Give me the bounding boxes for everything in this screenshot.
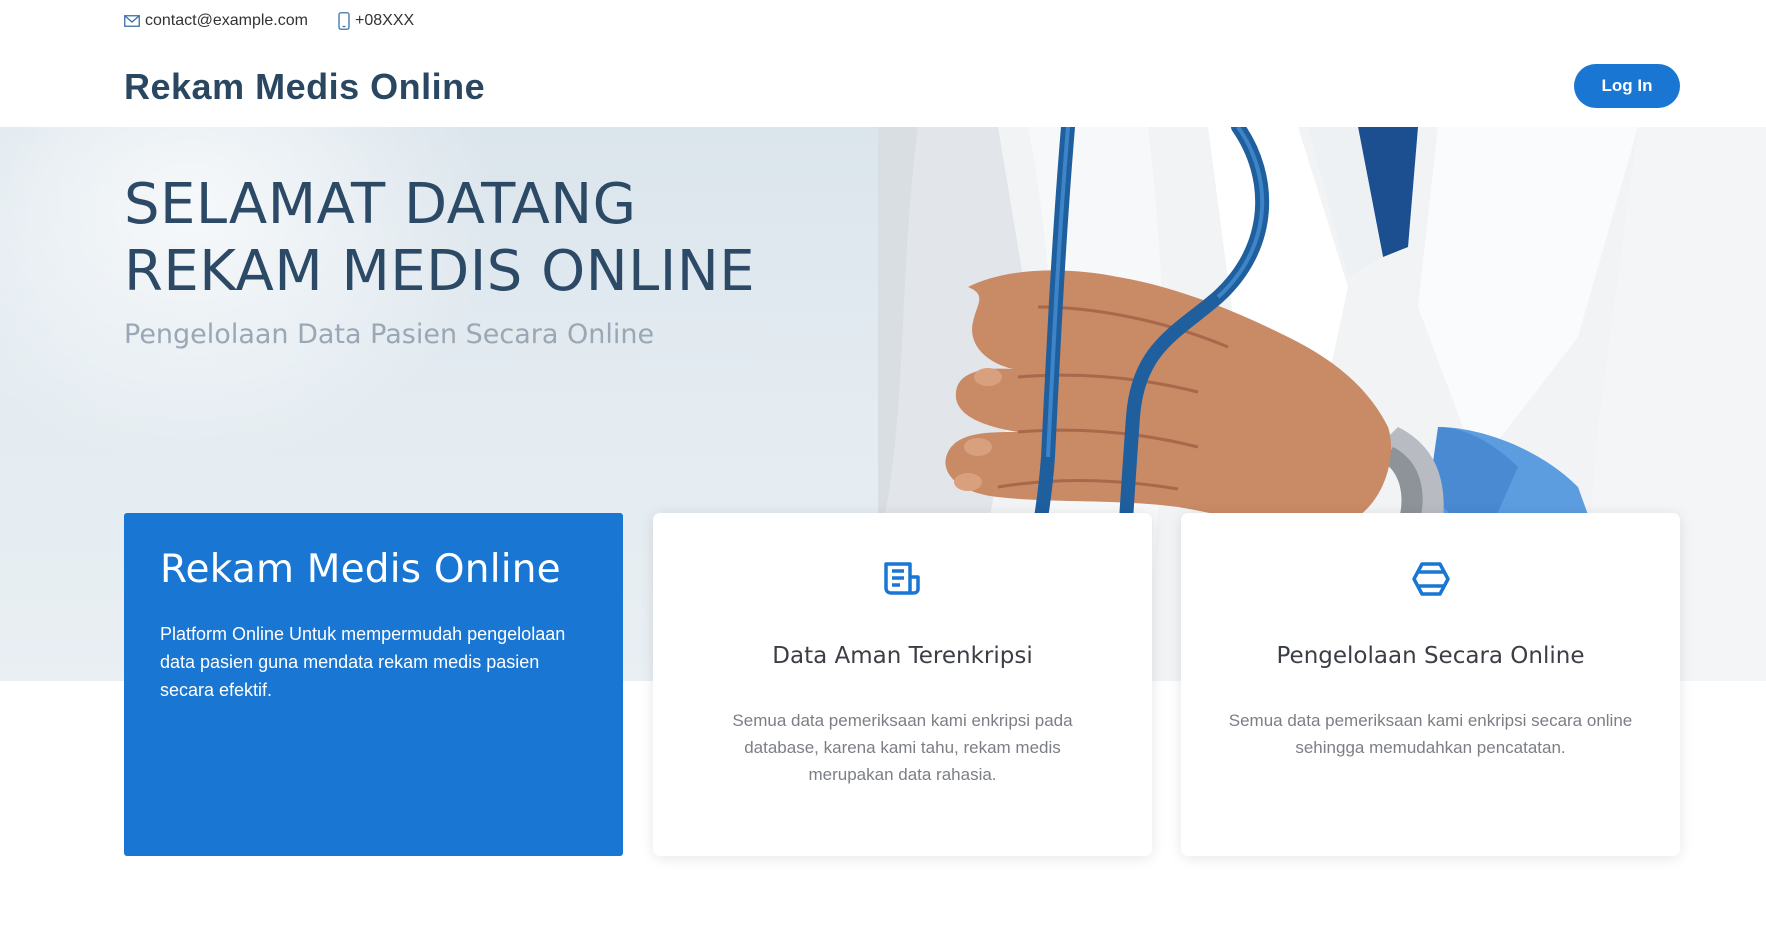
contact-email-text: contact@example.com bbox=[145, 12, 308, 29]
feature-description: Semua data pemeriksaan kami enkripsi sec… bbox=[1228, 711, 1633, 757]
feature-card-online: Pengelolaan Secara Online Semua data pem… bbox=[1181, 513, 1680, 856]
contact-email[interactable]: contact@example.com bbox=[124, 12, 308, 30]
mobile-phone-icon bbox=[338, 12, 350, 30]
hero-title-line-1: SELAMAT DATANG bbox=[124, 172, 637, 237]
hero-subtitle: Pengelolaan Data Pasien Secara Online bbox=[124, 319, 655, 350]
feature-title: Data Aman Terenkripsi bbox=[772, 643, 1033, 669]
hero-title: SELAMAT DATANG REKAM MEDIS ONLINE bbox=[124, 171, 755, 305]
login-button[interactable]: Log In bbox=[1574, 64, 1680, 108]
envelope-icon bbox=[124, 15, 140, 27]
intro-card-title: Rekam Medis Online bbox=[160, 547, 561, 592]
document-icon bbox=[883, 562, 920, 595]
feature-description: Semua data pemeriksaan kami enkripsi pad… bbox=[732, 711, 1073, 784]
contact-phone-text: +08XXX bbox=[355, 12, 415, 29]
intro-card: Rekam Medis Online Platform Online Untuk… bbox=[124, 513, 623, 856]
contact-phone[interactable]: +08XXX bbox=[338, 12, 414, 30]
hero-title-line-2: REKAM MEDIS ONLINE bbox=[124, 239, 756, 304]
site-header: Rekam Medis Online Log In bbox=[0, 42, 1766, 127]
site-brand[interactable]: Rekam Medis Online bbox=[124, 66, 485, 108]
hexagon-cube-icon bbox=[1411, 562, 1450, 596]
feature-card-encryption: Data Aman Terenkripsi Semua data pemerik… bbox=[653, 513, 1152, 856]
feature-title: Pengelolaan Secara Online bbox=[1276, 643, 1585, 669]
intro-card-text: Platform Online Untuk mempermudah pengel… bbox=[160, 624, 566, 700]
top-contact-bar: contact@example.com +08XXX bbox=[0, 0, 1766, 43]
